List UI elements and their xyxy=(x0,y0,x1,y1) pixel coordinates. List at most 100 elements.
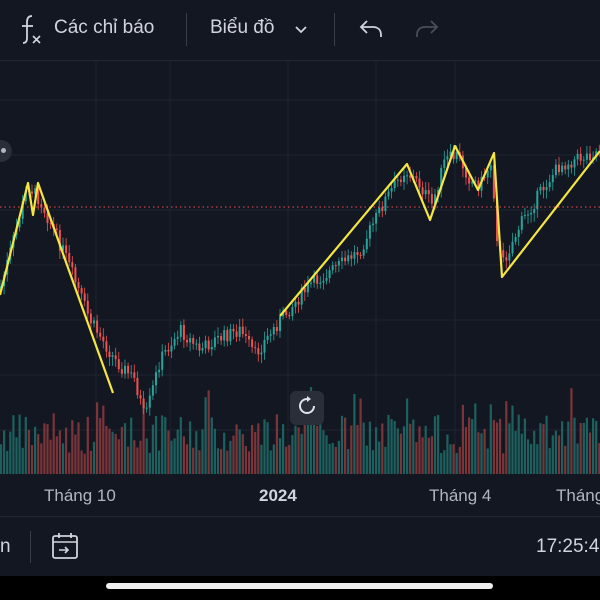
calendar-goto-icon[interactable] xyxy=(50,531,82,566)
volume-bar xyxy=(517,414,520,474)
volume-bar xyxy=(9,431,12,474)
candle-body xyxy=(384,196,387,212)
candle-body xyxy=(443,159,446,168)
volume-bar xyxy=(505,401,508,474)
volume-bar xyxy=(526,439,530,474)
volume-bar xyxy=(71,420,74,474)
reset-chart-button[interactable] xyxy=(290,391,324,425)
volume-bar xyxy=(229,440,232,474)
candle-body xyxy=(83,293,86,301)
candle-body xyxy=(223,330,226,341)
volume-bar xyxy=(362,422,365,474)
volume-bar xyxy=(557,435,561,474)
volume-bar xyxy=(446,434,449,474)
volume-bar xyxy=(412,419,415,474)
candle-body xyxy=(111,355,114,358)
volume-bar xyxy=(244,445,247,474)
chart-type-button[interactable]: Biểu đồ xyxy=(210,17,274,39)
volume-bar xyxy=(468,417,471,474)
volume-bar xyxy=(461,404,464,474)
volume-bar xyxy=(46,424,49,474)
candle-body xyxy=(334,265,337,267)
price-chart[interactable] xyxy=(0,60,600,515)
volume-bar xyxy=(52,413,55,474)
candle-body xyxy=(393,180,396,189)
volume-bar xyxy=(154,416,158,474)
indicators-button[interactable]: Các chỉ báo xyxy=(54,17,154,39)
candle-body xyxy=(530,212,533,215)
volume-bar xyxy=(21,447,24,474)
candle-body xyxy=(238,326,241,337)
candle-body xyxy=(133,372,136,378)
chart-pane[interactable] xyxy=(0,60,600,515)
volume-bar xyxy=(384,446,387,474)
volume-bar xyxy=(378,441,381,474)
volume-bar xyxy=(291,435,294,474)
candle-body xyxy=(226,330,229,342)
volume-bar xyxy=(492,419,495,474)
volume-bar xyxy=(576,443,579,474)
candle-body xyxy=(217,335,219,338)
volume-bar xyxy=(542,424,545,474)
chevron-down-icon[interactable] xyxy=(293,22,309,43)
undo-icon[interactable] xyxy=(358,17,384,46)
candle-body xyxy=(229,328,232,342)
candle-body xyxy=(86,300,89,314)
volume-bar xyxy=(421,437,424,474)
volume-bar xyxy=(58,430,61,474)
volume-bar xyxy=(455,452,458,474)
candle-body xyxy=(164,349,167,352)
candle-body xyxy=(396,179,399,181)
volume-bar xyxy=(6,450,9,474)
candle-body xyxy=(350,255,353,259)
volume-bar xyxy=(158,450,161,474)
candle-body xyxy=(424,190,427,195)
volume-bar xyxy=(564,445,567,474)
volume-bar xyxy=(161,415,164,474)
candle-body xyxy=(365,238,368,250)
volume-bar xyxy=(96,402,99,474)
volume-bar xyxy=(99,418,102,474)
candle-body xyxy=(285,310,288,315)
volume-bar xyxy=(514,430,517,474)
volume-bar xyxy=(238,429,241,474)
candle-body xyxy=(102,336,105,342)
volume-bar xyxy=(266,422,269,474)
candle-body xyxy=(542,186,545,191)
candle-body xyxy=(99,332,102,337)
volume-bar xyxy=(27,429,30,474)
candle-body xyxy=(514,237,517,242)
candle-body xyxy=(161,351,164,370)
candle-body xyxy=(310,282,312,284)
candle-body xyxy=(204,340,207,349)
candle-body xyxy=(378,207,381,214)
home-indicator[interactable] xyxy=(106,583,493,589)
volume-bar xyxy=(396,428,399,474)
candle-body xyxy=(316,275,319,284)
volume-bar xyxy=(347,449,350,474)
volume-bar xyxy=(220,449,223,474)
volume-bar xyxy=(464,427,468,474)
candle-body xyxy=(136,377,139,396)
redo-icon[interactable] xyxy=(414,17,440,46)
volume-bar xyxy=(285,446,288,474)
volume-bar xyxy=(83,453,86,474)
volume-bar xyxy=(570,388,573,474)
top-toolbar: Các chỉ báo Biểu đồ xyxy=(0,0,600,61)
volume-bar xyxy=(117,439,120,474)
volume-bar xyxy=(533,430,536,474)
volume-bar xyxy=(303,418,306,474)
candle-body xyxy=(263,340,266,353)
candle-body xyxy=(189,338,192,343)
candle-body xyxy=(511,241,514,254)
volume-bar xyxy=(297,427,300,474)
volume-bar xyxy=(74,434,77,474)
candle-body xyxy=(505,257,508,261)
function-fx-icon[interactable] xyxy=(18,12,44,51)
candle-body xyxy=(74,267,77,282)
volume-bar xyxy=(136,447,139,474)
volume-bar xyxy=(424,425,427,474)
volume-bar xyxy=(418,426,421,474)
candle-body xyxy=(145,407,148,409)
range-label[interactable]: n xyxy=(0,536,11,558)
